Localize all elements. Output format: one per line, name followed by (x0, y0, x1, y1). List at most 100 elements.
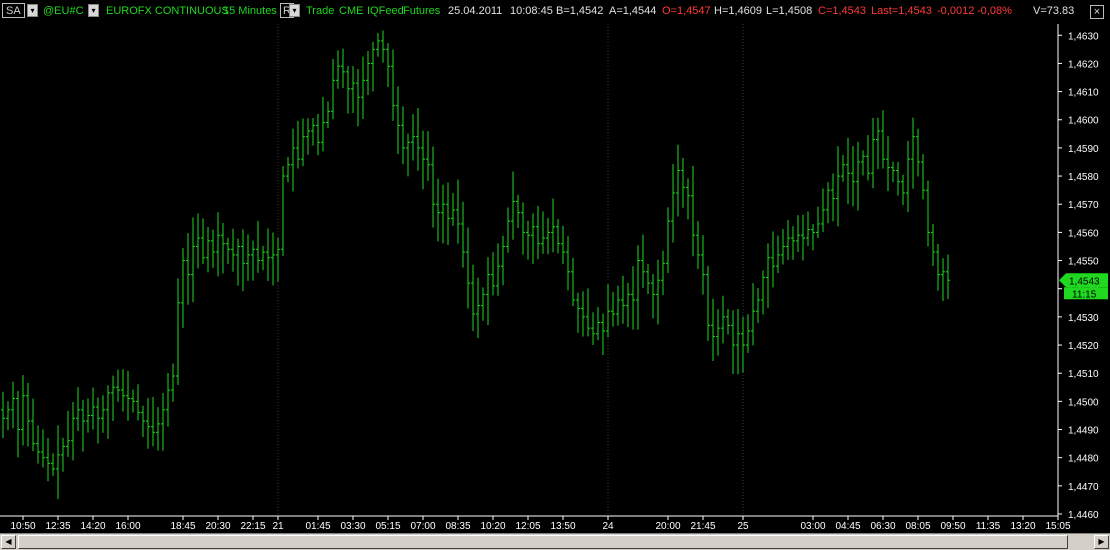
price-bar (276, 237, 280, 282)
price-bar (386, 42, 390, 88)
price-tick-label: 1,4530 (1068, 313, 1099, 324)
price-bar (31, 398, 35, 452)
time-tick-label: 05:15 (375, 521, 400, 532)
price-bar (711, 298, 715, 362)
price-bar (301, 118, 305, 167)
price-bar (466, 227, 470, 309)
price-bar (761, 270, 765, 315)
price-bar (836, 146, 840, 227)
price-bar (631, 266, 635, 330)
price-chart[interactable]: 1,4460 1,4470 1,4480 1,4490 1,4500 1,4510 1,45… (0, 0, 1110, 533)
time-tick-label: 12:35 (45, 521, 70, 532)
price-bar (451, 193, 455, 226)
price-bar (461, 201, 465, 268)
price-bar (126, 370, 130, 421)
price-bar (516, 194, 520, 229)
price-tick-label: 1,4570 (1068, 200, 1099, 211)
scroll-thumb[interactable] (18, 535, 1068, 549)
price-bar (546, 218, 550, 255)
price-bar (556, 218, 560, 254)
price-bar (591, 312, 595, 346)
countdown-text: 11:15 (1072, 289, 1097, 300)
time-tick-label: 25 (737, 521, 749, 532)
price-bar (191, 217, 195, 303)
price-tick-label: 1,4560 (1068, 228, 1099, 239)
price-bar (751, 283, 755, 346)
price-bar (241, 229, 245, 292)
price-bar (541, 211, 545, 254)
price-bar (196, 213, 200, 269)
time-tick-label: 21:45 (690, 521, 715, 532)
price-bar (171, 363, 175, 402)
price-bar (621, 275, 625, 324)
ohlc-bars (1, 30, 950, 500)
price-bar (321, 96, 325, 152)
price-bar (686, 178, 690, 220)
price-bar (221, 222, 225, 274)
price-bar (286, 157, 290, 183)
time-axis: 10:50 12:35 14:20 16:00 18:45 20:30 22:15 21 01:… (0, 515, 1071, 532)
price-bar (361, 56, 365, 120)
scroll-right-arrow-icon[interactable]: ▶ (1094, 535, 1109, 549)
time-tick-label: 08:05 (905, 521, 930, 532)
price-bar (181, 248, 185, 328)
time-tick-label: 20:00 (655, 521, 680, 532)
price-bar (456, 179, 460, 244)
price-bar (826, 182, 830, 224)
price-bar (681, 157, 685, 208)
price-bar (791, 226, 795, 260)
price-bar (36, 425, 40, 464)
price-bar (701, 235, 705, 295)
horizontal-scrollbar[interactable]: ◀ ▶ (0, 533, 1110, 550)
price-bar (316, 113, 320, 156)
price-bar (926, 180, 930, 247)
price-bar (426, 131, 430, 181)
price-bar (101, 395, 105, 433)
price-bar (651, 274, 655, 319)
scroll-left-arrow-icon[interactable]: ◀ (1, 535, 16, 549)
price-bar (531, 213, 535, 264)
price-bar (216, 212, 220, 277)
price-bar (121, 369, 125, 412)
price-bar (411, 114, 415, 161)
price-bar (696, 221, 700, 270)
price-bar (596, 306, 600, 341)
price-bar (941, 258, 945, 301)
time-tick-label: 09:50 (940, 521, 965, 532)
price-bar (521, 202, 525, 255)
price-bar (76, 387, 80, 432)
time-tick-label: 21 (272, 521, 284, 532)
price-bar (291, 128, 295, 192)
price-bar (536, 205, 540, 260)
price-bar (746, 314, 750, 353)
price-bar (431, 146, 435, 228)
time-tick-label: 13:50 (550, 521, 575, 532)
price-tick-label: 1,4550 (1068, 257, 1099, 268)
price-bar (401, 106, 405, 165)
price-bar (211, 229, 215, 268)
price-bar (281, 166, 285, 256)
time-tick-label: 04:45 (835, 521, 860, 532)
price-bar (406, 133, 410, 177)
price-bar (911, 117, 915, 189)
price-bar (476, 277, 480, 338)
price-bar (891, 161, 895, 183)
price-bar (61, 437, 65, 472)
price-bar (921, 154, 925, 200)
price-bar (86, 398, 90, 433)
price-bar (136, 384, 140, 421)
price-bar (756, 288, 760, 324)
price-tick-label: 1,4510 (1068, 369, 1099, 380)
price-tick-label: 1,4600 (1068, 116, 1099, 127)
price-bar (666, 207, 670, 274)
price-bar (206, 227, 210, 273)
price-bar (471, 264, 475, 331)
price-bar (371, 41, 375, 92)
time-tick-label: 10:50 (10, 521, 35, 532)
price-bar (1, 391, 5, 439)
price-bar (606, 284, 610, 338)
price-bar (326, 101, 330, 129)
price-bar (561, 225, 565, 265)
price-bar (16, 390, 20, 458)
price-bar (811, 223, 815, 251)
